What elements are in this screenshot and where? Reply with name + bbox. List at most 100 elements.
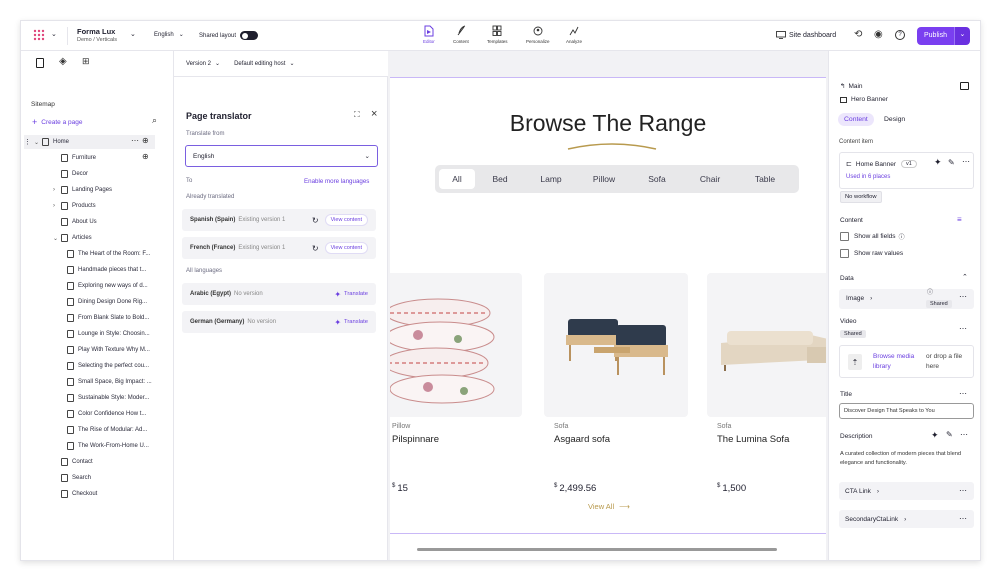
product-card-image[interactable] <box>707 273 826 417</box>
sitemap-item[interactable]: From Blank Slate to Bold... <box>59 311 177 325</box>
workspace-switcher[interactable]: Forma Lux Demo / Verticals <box>77 27 117 43</box>
expand-chevron-icon[interactable]: › <box>53 203 61 209</box>
product-name[interactable]: Pilspinnare <box>392 434 522 445</box>
layers-icon[interactable]: ◈ <box>59 56 67 67</box>
tool-analyze[interactable]: Analyze <box>566 25 582 44</box>
sitemap-item[interactable]: Search <box>53 471 171 485</box>
sitemap-item[interactable]: Dining Design Done Rig... <box>59 295 177 309</box>
workflow-badge[interactable]: No workflow <box>840 191 882 203</box>
filter-tab-all[interactable]: All <box>439 169 475 189</box>
product-card-image[interactable] <box>544 273 688 417</box>
video-more-icon[interactable]: ⋯ <box>959 324 967 333</box>
tool-editor[interactable]: Editor <box>423 25 435 44</box>
sitemap-item[interactable]: Selecting the perfect cou... <box>59 359 177 373</box>
shared-layout-toggle[interactable] <box>240 31 259 40</box>
secondary-cta-more-icon[interactable]: ⋯ <box>959 514 967 523</box>
app-switcher-chevron-icon[interactable]: ⌄ <box>51 30 57 38</box>
sitemap-item[interactable]: ⌄ Articles <box>53 231 171 245</box>
version-selector[interactable]: Version 2 ⌄ <box>186 60 220 68</box>
retranslate-icon[interactable]: ↻ <box>312 216 319 225</box>
description-more-icon[interactable]: ⋯ <box>960 430 968 439</box>
collapse-chevron-icon[interactable]: ⌃ <box>962 273 968 281</box>
workspace-chevron-icon[interactable]: ⌄ <box>130 30 136 38</box>
help-icon[interactable]: ? <box>895 30 905 40</box>
expand-chevron-icon[interactable]: › <box>53 187 61 193</box>
sitemap-item[interactable]: › Landing Pages <box>53 183 171 197</box>
sitemap-item[interactable]: Decor <box>53 167 171 181</box>
tab-content[interactable]: Content <box>838 113 874 126</box>
globe-icon[interactable]: ⊕ <box>142 152 149 161</box>
language-selector[interactable]: English ⌄ <box>154 31 184 39</box>
view-all-link[interactable]: View All ⟶ <box>588 502 630 511</box>
branch-icon[interactable]: ⟲ <box>854 29 862 40</box>
title-more-icon[interactable]: ⋯ <box>959 389 967 398</box>
content-item-row[interactable]: ⊏ Home Banner v1 <box>846 160 917 168</box>
image-more-icon[interactable]: ⋯ <box>959 292 967 301</box>
filter-tab-chair[interactable]: Chair <box>683 174 737 184</box>
filter-fields-icon[interactable]: ≡ <box>957 215 962 224</box>
sitemap-item[interactable]: Play With Texture Why M... <box>59 343 177 357</box>
description-edit-icon[interactable]: ✎ <box>946 430 953 439</box>
more-icon[interactable]: ⋯ <box>962 157 970 166</box>
show-all-fields-checkbox[interactable]: Show all fields ⓘ <box>840 232 905 241</box>
add-icon[interactable]: ✦ <box>934 157 942 168</box>
tool-templates[interactable]: Templates <box>487 25 508 44</box>
video-upload-area[interactable]: ⇡ Browse media library or drop a file he… <box>839 345 974 378</box>
edit-pencil-icon[interactable]: ✎ <box>948 158 955 167</box>
product-card-image[interactable] <box>390 273 522 417</box>
sitemap-item[interactable]: Exploring new ways of d... <box>59 279 177 293</box>
globe-icon[interactable]: ⊕ <box>142 136 149 145</box>
panel-toggle-icon[interactable] <box>960 82 969 90</box>
sitemap-item[interactable]: Sustainable Style: Moder... <box>59 391 177 405</box>
view-content-button[interactable]: View content <box>324 242 368 254</box>
description-text[interactable]: A curated collection of modern pieces th… <box>840 450 976 468</box>
translate-from-select[interactable]: English ⌄ <box>185 145 378 167</box>
sitemap-item[interactable]: Lounge in Style: Choosin... <box>59 327 177 341</box>
title-input[interactable]: Discover Design That Speaks to You <box>839 403 974 419</box>
filter-tab-pillow[interactable]: Pillow <box>577 174 631 184</box>
translate-button[interactable]: ✦ Translate <box>334 290 368 299</box>
sitemap-item[interactable]: Checkout <box>53 487 171 501</box>
publish-options-chevron-icon[interactable]: ⌄ <box>953 27 970 45</box>
retranslate-icon[interactable]: ↻ <box>312 244 319 253</box>
drag-handle-icon[interactable]: ⋮ <box>24 138 31 146</box>
product-name[interactable]: The Lumina Sofa <box>717 434 826 445</box>
pages-icon[interactable] <box>36 58 44 68</box>
app-grid-icon[interactable] <box>33 29 45 41</box>
sitemap-item[interactable]: Color Confidence How t... <box>59 407 177 421</box>
cta-more-icon[interactable]: ⋯ <box>959 486 967 495</box>
range-heading[interactable]: Browse The Range <box>390 110 826 137</box>
filter-tab-bed[interactable]: Bed <box>475 174 525 184</box>
more-icon[interactable]: ⋯ <box>131 136 139 145</box>
filter-tab-sofa[interactable]: Sofa <box>631 174 683 184</box>
view-content-button[interactable]: View content <box>324 214 368 226</box>
search-icon[interactable]: ⌕ <box>152 115 157 126</box>
expand-icon[interactable]: ⛶ <box>354 110 360 120</box>
used-in-link[interactable]: Used in 6 places <box>846 174 890 180</box>
sitemap-item[interactable]: Small Space, Big Impact: ... <box>59 375 177 389</box>
tool-content[interactable]: Content <box>453 25 469 44</box>
browse-media-link[interactable]: Browse media library <box>873 352 923 372</box>
translate-button[interactable]: ✦ Translate <box>334 318 368 327</box>
close-icon[interactable]: × <box>371 108 377 120</box>
components-icon[interactable]: ⊞ <box>82 56 90 67</box>
editing-host-selector[interactable]: Default editing host ⌄ <box>234 60 294 68</box>
site-dashboard-link[interactable]: Site dashboard <box>776 31 836 39</box>
sitemap-item[interactable]: › Products <box>53 199 171 213</box>
sitemap-item[interactable]: Furniture <box>53 151 171 165</box>
enable-more-languages-link[interactable]: Enable more languages <box>304 178 369 185</box>
product-name[interactable]: Asgaard sofa <box>554 434 684 445</box>
tab-design[interactable]: Design <box>884 116 905 123</box>
breadcrumb[interactable]: ↰ Main <box>840 82 863 91</box>
expand-chevron-icon[interactable]: ⌄ <box>34 139 42 146</box>
create-page-button[interactable]: + Create a page <box>32 117 82 127</box>
sitemap-item[interactable]: The Rise of Modular: Ad... <box>59 423 177 437</box>
sitemap-item[interactable]: The Work-From-Home U... <box>59 439 177 453</box>
description-add-icon[interactable]: ✦ <box>931 430 939 441</box>
preview-eye-icon[interactable]: ◉ <box>874 29 883 40</box>
sitemap-item[interactable]: Contact <box>53 455 171 469</box>
sitemap-item[interactable]: About Us <box>53 215 171 229</box>
publish-button[interactable]: Publish <box>917 27 954 45</box>
show-raw-values-checkbox[interactable]: Show raw values <box>840 249 903 258</box>
filter-tab-lamp[interactable]: Lamp <box>525 174 577 184</box>
